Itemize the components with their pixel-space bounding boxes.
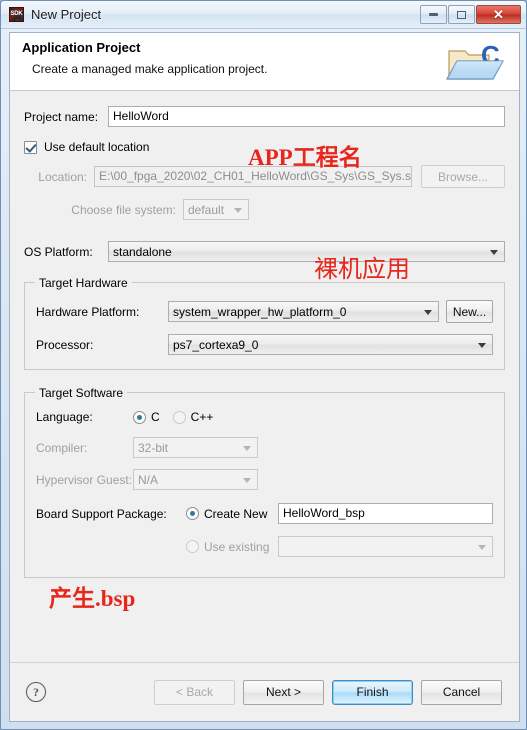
hypervisor-row: Hypervisor Guest: N/A: [36, 469, 493, 490]
browse-button: Browse...: [421, 165, 505, 188]
chevron-down-icon: [490, 249, 498, 255]
hardware-platform-combo[interactable]: system_wrapper_hw_platform_0: [168, 301, 439, 322]
file-system-label: Choose file system:: [71, 202, 176, 217]
target-hardware-group: Target Hardware Hardware Platform: syste…: [24, 276, 505, 370]
dialog-header: Application Project Create a managed mak…: [10, 33, 519, 91]
target-hardware-caption: Target Hardware: [35, 276, 132, 290]
dialog-body: Project name: HelloWord Use default loca…: [10, 92, 519, 663]
chevron-down-icon: [234, 207, 242, 213]
os-platform-combo[interactable]: standalone: [108, 241, 505, 262]
chevron-down-icon: [478, 342, 486, 348]
new-hardware-platform-button[interactable]: New...: [446, 300, 493, 323]
annotation-generate-bsp: 产生.bsp: [49, 586, 136, 611]
project-name-input[interactable]: HelloWord: [108, 106, 505, 127]
hardware-platform-row: Hardware Platform: system_wrapper_hw_pla…: [36, 300, 493, 323]
back-button: < Back: [154, 679, 235, 705]
chevron-down-icon: [478, 544, 486, 550]
use-default-location-label: Use default location: [44, 140, 150, 154]
use-default-location-checkbox[interactable]: [24, 140, 37, 154]
hypervisor-label: Hypervisor Guest:: [36, 472, 133, 487]
compiler-label: Compiler:: [36, 440, 88, 455]
language-cpp-label: C++: [190, 410, 214, 424]
processor-row: Processor: ps7_cortexa9_0: [36, 334, 493, 355]
processor-value: ps7_cortexa9_0: [173, 337, 259, 352]
target-software-caption: Target Software: [35, 386, 128, 400]
chevron-down-icon: [424, 309, 432, 315]
bsp-create-new-row: Board Support Package: Create New HelloW…: [36, 503, 493, 524]
hypervisor-value: N/A: [138, 472, 159, 487]
help-icon[interactable]: ?: [26, 682, 46, 702]
hardware-platform-value: system_wrapper_hw_platform_0: [173, 304, 347, 319]
window-controls: ✕: [419, 5, 521, 24]
c-project-folder-icon: C: [445, 39, 507, 85]
sdk-icon: SDK: [9, 7, 24, 22]
chevron-down-icon: [243, 477, 251, 483]
language-c-radio[interactable]: [133, 410, 146, 424]
dialog-content: Application Project Create a managed mak…: [9, 32, 520, 722]
finish-button[interactable]: Finish: [332, 679, 413, 705]
use-default-location-row[interactable]: Use default location: [24, 140, 505, 154]
bsp-use-existing-row: Use existing: [36, 536, 493, 557]
os-platform-value: standalone: [113, 244, 172, 259]
compiler-value: 32-bit: [138, 440, 169, 455]
minimize-icon: [429, 13, 438, 16]
project-name-label: Project name:: [24, 109, 99, 124]
bsp-create-new-radio[interactable]: [186, 507, 199, 520]
bsp-use-existing-radio[interactable]: [186, 540, 199, 553]
next-button[interactable]: Next >: [243, 679, 324, 705]
window-title: New Project: [31, 7, 102, 22]
language-label: Language:: [36, 410, 93, 424]
target-software-group: Target Software Language: C C++ Compiler…: [24, 386, 505, 578]
language-row: Language: C C++: [36, 410, 493, 424]
minimize-button[interactable]: [420, 5, 447, 24]
maximize-button[interactable]: [448, 5, 475, 24]
maximize-icon: [457, 10, 466, 19]
dialog-footer: ? < Back Next > Finish Cancel: [10, 662, 519, 721]
project-name-row: Project name: HelloWord: [24, 106, 505, 127]
processor-combo[interactable]: ps7_cortexa9_0: [168, 334, 493, 355]
language-c-label: C: [151, 410, 160, 424]
os-platform-row: OS Platform: standalone: [24, 241, 505, 262]
close-icon: ✕: [493, 7, 504, 22]
close-button[interactable]: ✕: [476, 5, 521, 24]
location-input: E:\00_fpga_2020\02_CH01_HelloWord\GS_Sys…: [94, 166, 412, 187]
bsp-label: Board Support Package:: [36, 506, 167, 521]
hypervisor-combo: N/A: [133, 469, 258, 490]
cancel-button[interactable]: Cancel: [421, 679, 502, 705]
compiler-row: Compiler: 32-bit: [36, 437, 493, 458]
language-cpp-radio[interactable]: [172, 410, 186, 424]
bsp-existing-combo: [278, 536, 493, 557]
location-label: Location:: [38, 169, 87, 184]
title-bar: SDK New Project ✕: [1, 1, 526, 29]
file-system-value: default: [188, 202, 225, 217]
file-system-row: Choose file system: default: [24, 199, 505, 220]
new-project-dialog-window: SDK New Project ✕ Application Project Cr…: [0, 0, 527, 730]
os-platform-label: OS Platform:: [24, 244, 93, 259]
hardware-platform-label: Hardware Platform:: [36, 304, 140, 319]
compiler-combo: 32-bit: [133, 437, 258, 458]
file-system-combo: default: [183, 199, 249, 220]
location-row: Location: E:\00_fpga_2020\02_CH01_HelloW…: [24, 165, 505, 188]
bsp-name-input[interactable]: HelloWord_bsp: [278, 503, 493, 524]
bsp-use-existing-label: Use existing: [204, 539, 270, 554]
processor-label: Processor:: [36, 337, 94, 352]
chevron-down-icon: [243, 445, 251, 451]
bsp-create-new-label: Create New: [204, 506, 268, 521]
